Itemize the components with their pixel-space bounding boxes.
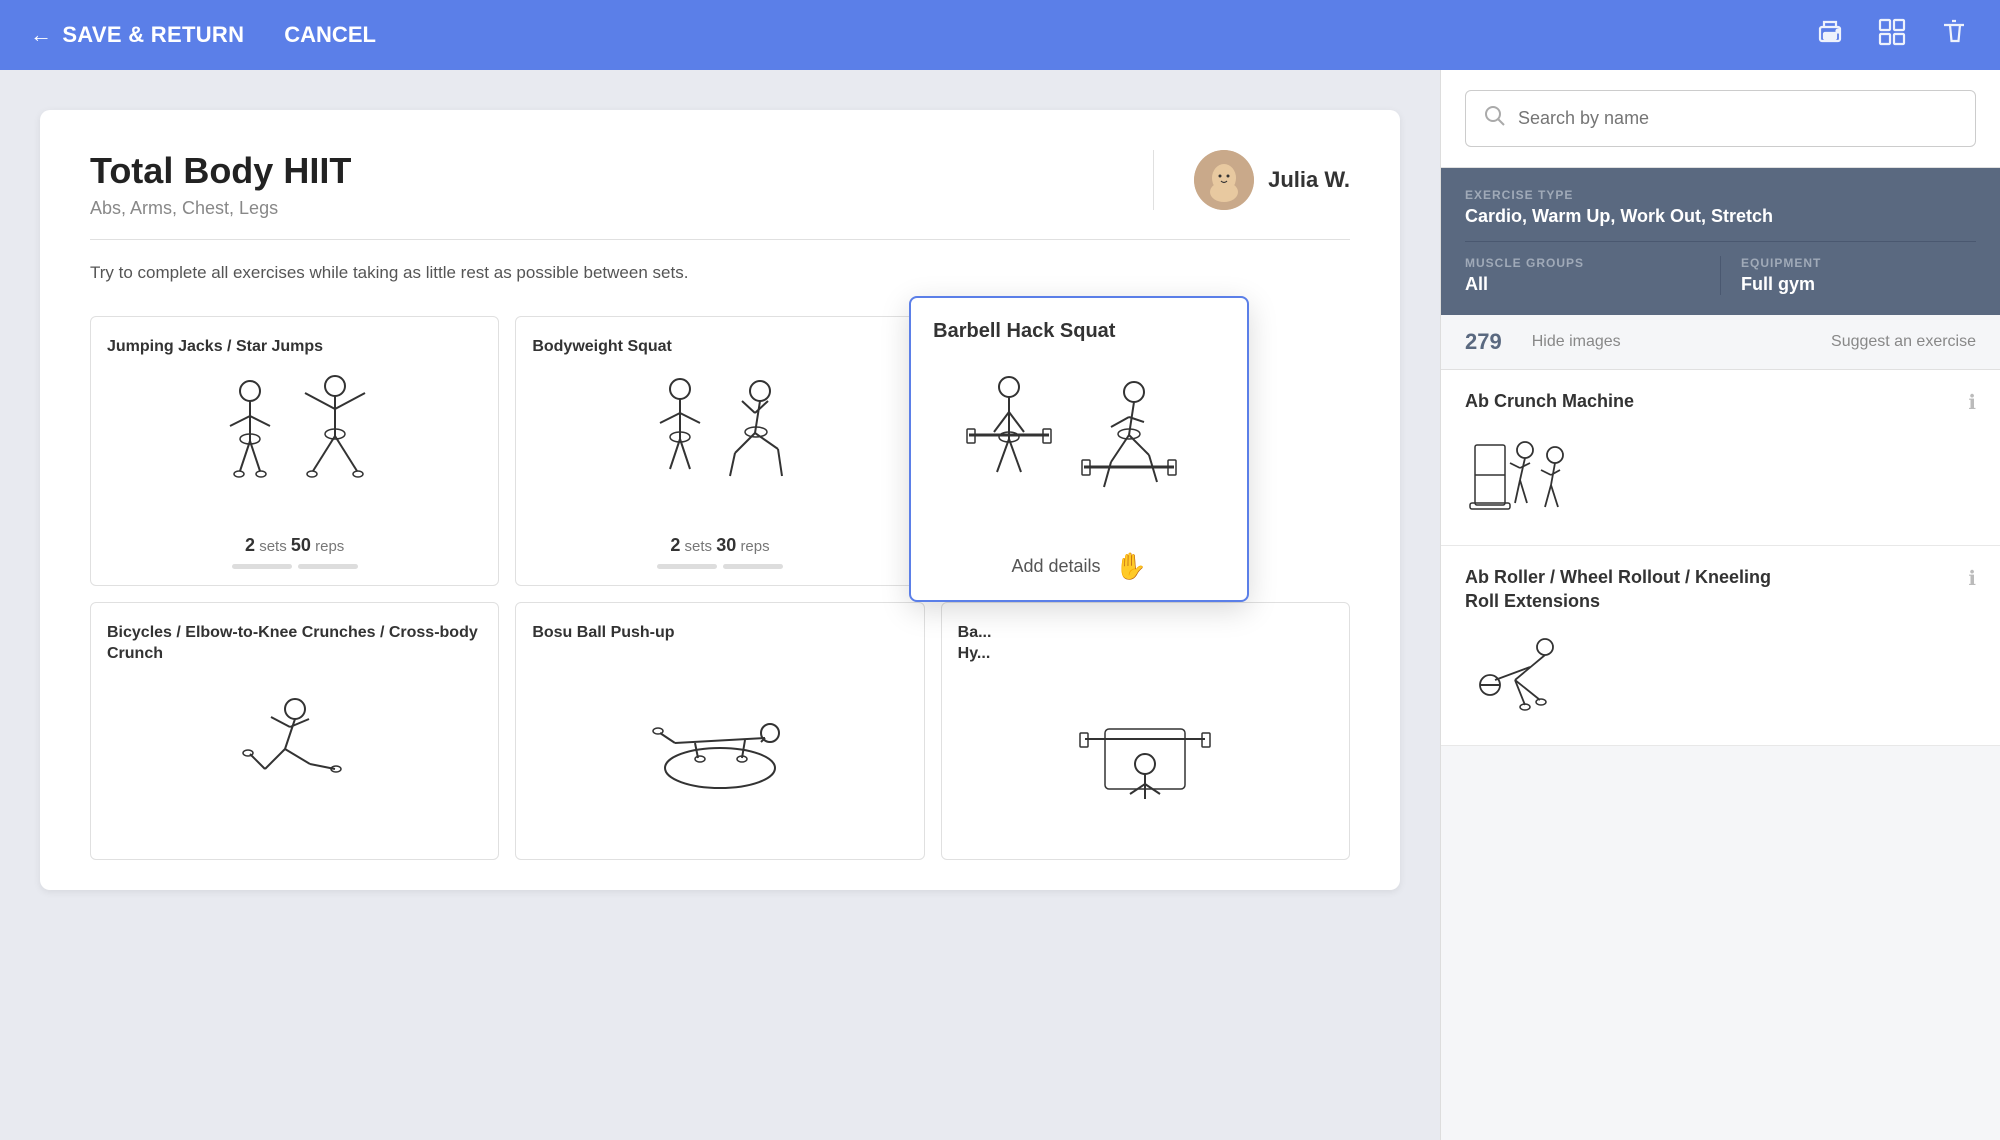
set-bar (657, 564, 717, 569)
workout-subtitle: Abs, Arms, Chest, Legs (90, 198, 1153, 219)
exercise-list-item-1-content: Ab Crunch Machine (1465, 390, 1634, 525)
exercise-type-filter: EXERCISE TYPE Cardio, Warm Up, Work Out,… (1465, 188, 1976, 227)
grid-icon[interactable] (1876, 16, 1908, 55)
exercise-list-item-1[interactable]: Ab Crunch Machine (1441, 370, 2000, 546)
exercise-name-5: Bosu Ball Push-up (532, 623, 907, 644)
info-icon-2[interactable]: ℹ (1968, 566, 1976, 591)
search-input[interactable] (1518, 108, 1957, 129)
cancel-button[interactable]: CANCEL (284, 22, 376, 48)
exercise-list-illustration-1 (1465, 425, 1634, 525)
barbell-svg (1045, 689, 1245, 819)
exercise-cell-6[interactable]: Ba... Hy... (941, 602, 1350, 860)
save-return-label: SAVE & RETURN (62, 22, 244, 48)
workout-header: Total Body HIIT Abs, Arms, Chest, Legs (90, 150, 1350, 240)
exercise-name-6: Ba... Hy... (958, 623, 1333, 665)
exercise-stats-2: 2 sets 30 reps (532, 535, 907, 556)
grip-icon: ✋ (1115, 551, 1147, 582)
main-layout: Total Body HIIT Abs, Arms, Chest, Legs (0, 70, 2000, 1140)
nav-icons (1814, 16, 1970, 55)
exercise-illustration-4 (107, 679, 482, 829)
workout-description: Try to complete all exercises while taki… (90, 260, 1350, 286)
exercise-illustration-6 (958, 679, 1333, 829)
top-nav: ← SAVE & RETURN CANCEL (0, 0, 2000, 70)
stats-bar: 279 Hide images Suggest an exercise (1441, 315, 2000, 370)
muscle-groups-value[interactable]: All (1465, 274, 1700, 295)
trainer-avatar-image (1194, 150, 1254, 210)
equipment-label: EQUIPMENT (1741, 256, 1976, 270)
exercise-stats-1: 2 sets 50 reps (107, 535, 482, 556)
search-icon (1484, 105, 1506, 132)
muscle-groups-label: MUSCLE GROUPS (1465, 256, 1700, 270)
exercise-list-item-2-content: Ab Roller / Wheel Rollout / Kneeling Rol… (1465, 566, 1785, 725)
set-bar (232, 564, 292, 569)
exercise-list-name-2: Ab Roller / Wheel Rollout / Kneeling Rol… (1465, 566, 1785, 613)
exercise-list-illustration-2 (1465, 625, 1785, 725)
popup-footer: Add details ✋ (933, 551, 1225, 582)
exercise-type-value[interactable]: Cardio, Warm Up, Work Out, Stretch (1465, 206, 1976, 227)
bosu-pushup-svg (620, 668, 820, 798)
exercise-list: Ab Crunch Machine (1441, 370, 2000, 1140)
print-icon[interactable] (1814, 16, 1846, 55)
popup-illustration (933, 357, 1225, 537)
ab-roller-svg (1465, 625, 1595, 725)
save-return-button[interactable]: ← SAVE & RETURN (30, 22, 244, 48)
exercise-count: 279 (1465, 329, 1502, 355)
trainer-name: Julia W. (1268, 167, 1350, 193)
equipment-filter: EQUIPMENT Full gym (1721, 256, 1976, 295)
popup-card: Barbell Hack Squat (909, 296, 1249, 602)
add-details-label[interactable]: Add details (1011, 556, 1100, 577)
exercise-illustration-1 (107, 371, 482, 521)
exercise-name-1: Jumping Jacks / Star Jumps (107, 337, 482, 358)
ab-crunch-machine-svg (1465, 425, 1575, 525)
workout-card: Total Body HIIT Abs, Arms, Chest, Legs (40, 110, 1400, 890)
exercise-illustration-5 (532, 658, 907, 808)
bicycles-svg (195, 689, 395, 819)
search-bar[interactable] (1465, 90, 1976, 147)
exercise-list-item-2[interactable]: Ab Roller / Wheel Rollout / Kneeling Rol… (1441, 546, 2000, 746)
trainer-avatar (1194, 150, 1254, 210)
suggest-exercise-button[interactable]: Suggest an exercise (1831, 333, 1976, 351)
set-bar (298, 564, 358, 569)
exercise-cell-4[interactable]: Bicycles / Elbow-to-Knee Crunches / Cros… (90, 602, 499, 860)
exercise-grid: Jumping Jacks / Star Jumps (90, 316, 1350, 860)
workout-title: Total Body HIIT (90, 150, 1153, 192)
exercise-cell-1[interactable]: Jumping Jacks / Star Jumps (90, 316, 499, 587)
trainer-section: Julia W. (1153, 150, 1350, 210)
exercise-name-2: Bodyweight Squat (532, 337, 907, 358)
set-bar (723, 564, 783, 569)
search-bar-container (1441, 70, 2000, 168)
squat-svg (630, 371, 810, 521)
exercise-name-4: Bicycles / Elbow-to-Knee Crunches / Cros… (107, 623, 482, 665)
barbell-hack-squat-svg (939, 367, 1219, 527)
inline-filters: MUSCLE GROUPS All EQUIPMENT Full gym (1465, 241, 1976, 295)
filter-section: EXERCISE TYPE Cardio, Warm Up, Work Out,… (1441, 168, 2000, 315)
equipment-value[interactable]: Full gym (1741, 274, 1976, 295)
jumping-jacks-svg (205, 371, 385, 521)
popup-title: Barbell Hack Squat (933, 320, 1225, 343)
exercise-cell-5[interactable]: Bosu Ball Push-up (515, 602, 924, 860)
info-icon-1[interactable]: ℹ (1968, 390, 1976, 415)
back-arrow-icon: ← (30, 22, 52, 48)
hide-images-button[interactable]: Hide images (1532, 333, 1621, 351)
trash-icon[interactable] (1938, 16, 1970, 55)
exercise-illustration-2 (532, 371, 907, 521)
muscle-groups-filter: MUSCLE GROUPS All (1465, 256, 1720, 295)
sets-bars-1 (107, 564, 482, 569)
exercise-list-name-1: Ab Crunch Machine (1465, 390, 1634, 413)
workout-title-section: Total Body HIIT Abs, Arms, Chest, Legs (90, 150, 1153, 219)
exercise-type-label: EXERCISE TYPE (1465, 188, 1976, 202)
right-sidebar: EXERCISE TYPE Cardio, Warm Up, Work Out,… (1440, 70, 2000, 1140)
exercise-cell-2[interactable]: Bodyweight Squat (515, 316, 924, 587)
sets-bars-2 (532, 564, 907, 569)
content-area: Total Body HIIT Abs, Arms, Chest, Legs (0, 70, 1440, 1140)
